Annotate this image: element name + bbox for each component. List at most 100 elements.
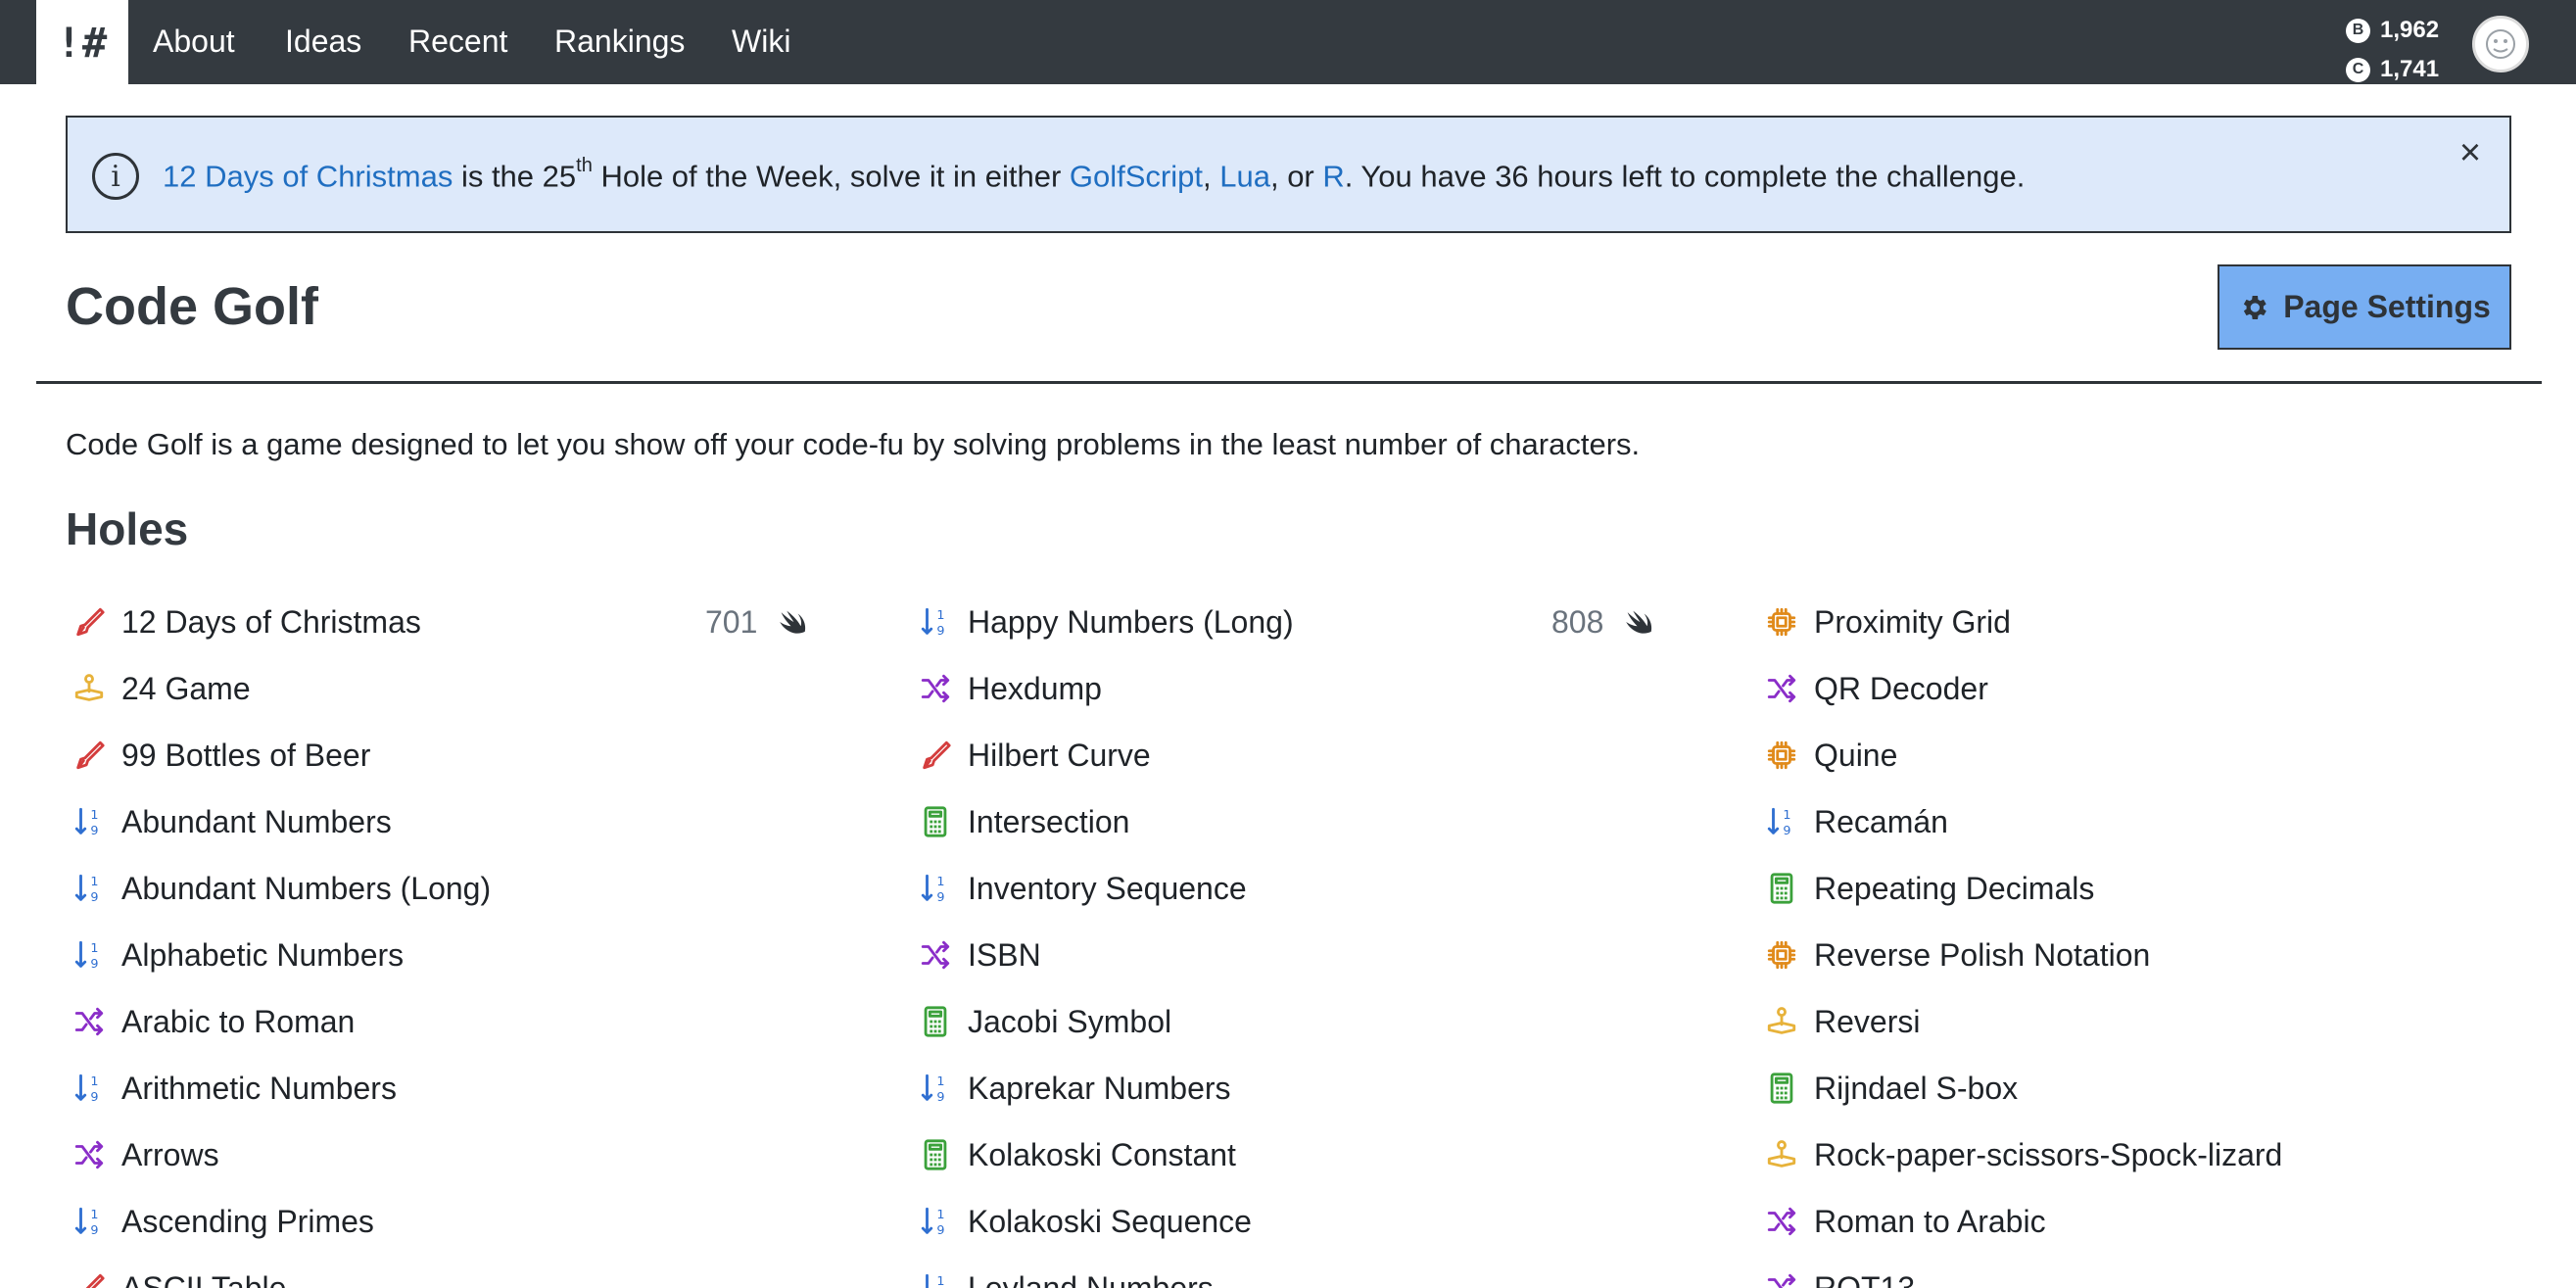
hole-name-link[interactable]: Hexdump	[968, 670, 1102, 707]
hole-name-link[interactable]: Arrows	[121, 1136, 219, 1173]
hole-item[interactable]: Hilbert Curve	[917, 737, 1700, 803]
hole-of-week-banner: i 12 Days of Christmas is the 25th Hole …	[66, 116, 2511, 233]
hole-item[interactable]: QR Decoder	[1763, 670, 2547, 737]
calculator-icon	[917, 1136, 954, 1173]
hole-item[interactable]: 1 9 Kolakoski Sequence	[917, 1203, 1700, 1269]
hole-item[interactable]: 12 Days of Christmas 701	[71, 603, 854, 670]
hole-item[interactable]: 1 9 Abundant Numbers (Long)	[71, 870, 854, 936]
hole-name-link[interactable]: Abundant Numbers	[121, 803, 392, 840]
brush-icon	[71, 603, 108, 641]
brush-icon	[917, 737, 954, 774]
banner-text-part: Hole of the Week, solve it in either	[592, 159, 1070, 194]
hole-name-link[interactable]: Repeating Decimals	[1814, 870, 2094, 907]
hole-item[interactable]: Kolakoski Constant	[917, 1136, 1700, 1203]
cpu-icon	[1763, 737, 1800, 774]
hole-item[interactable]: Arrows	[71, 1136, 854, 1203]
hole-item[interactable]: Rock-paper-scissors-Spock-lizard	[1763, 1136, 2547, 1203]
banner-lang-lua-link[interactable]: Lua	[1219, 159, 1270, 193]
hole-name-link[interactable]: Arabic to Roman	[121, 1003, 355, 1040]
hole-item[interactable]: 1 9 Arithmetic Numbers	[71, 1070, 854, 1136]
hole-item[interactable]: 1 9 Kaprekar Numbers	[917, 1070, 1700, 1136]
hole-item[interactable]: 1 9 Abundant Numbers	[71, 803, 854, 870]
hole-name-link[interactable]: Quine	[1814, 737, 1897, 774]
hole-name-link[interactable]: 24 Game	[121, 670, 251, 707]
shuffle-icon	[917, 936, 954, 974]
hole-item[interactable]: Quine	[1763, 737, 2547, 803]
hole-item[interactable]: Hexdump	[917, 670, 1700, 737]
sort-numeric-icon: 19	[71, 803, 108, 840]
hole-item[interactable]: 1 9 Recamán	[1763, 803, 2547, 870]
banner-ordinal-suffix: th	[576, 155, 593, 176]
hole-name-link[interactable]: Leyland Numbers	[968, 1269, 1214, 1288]
hole-item[interactable]: 1 9 Alphabetic Numbers	[71, 936, 854, 1003]
hole-name-link[interactable]: Ascending Primes	[121, 1203, 374, 1240]
banner-lang-golfscript-link[interactable]: GolfScript	[1070, 159, 1203, 193]
sort-numeric-icon: 19	[71, 1203, 108, 1240]
page-settings-button[interactable]: Page Settings	[2218, 264, 2511, 350]
banner-separator: , or	[1269, 159, 1323, 194]
close-icon[interactable]: ×	[2453, 134, 2488, 171]
holes-heading: Holes	[66, 503, 189, 554]
hole-item[interactable]: Arabic to Roman	[71, 1003, 854, 1070]
hole-name-link[interactable]: Roman to Arabic	[1814, 1203, 2046, 1240]
hole-name-link[interactable]: ISBN	[968, 936, 1041, 974]
hole-name-link[interactable]: 99 Bottles of Beer	[121, 737, 370, 774]
user-scores[interactable]: B 1,962 C 1,741	[2346, 11, 2439, 89]
hole-name-link[interactable]: Intersection	[968, 803, 1129, 840]
shuffle-icon	[71, 1136, 108, 1173]
sort-numeric-icon: 19	[917, 870, 954, 907]
hole-item[interactable]: 99 Bottles of Beer	[71, 737, 854, 803]
avatar-image	[2486, 29, 2515, 59]
nav-ideas-link[interactable]: Ideas	[285, 24, 361, 60]
banner-lang-r-link[interactable]: R	[1322, 159, 1344, 193]
hole-name-link[interactable]: Recamán	[1814, 803, 1948, 840]
hole-name-link[interactable]: Kaprekar Numbers	[968, 1070, 1231, 1107]
hole-item[interactable]: Intersection	[917, 803, 1700, 870]
hole-item[interactable]: Reversi	[1763, 1003, 2547, 1070]
svg-text:9: 9	[936, 624, 944, 639]
hole-name-link[interactable]: Proximity Grid	[1814, 603, 2011, 641]
banner-hole-link[interactable]: 12 Days of Christmas	[163, 159, 453, 193]
hole-name-link[interactable]: Rock-paper-scissors-Spock-lizard	[1814, 1136, 2282, 1173]
hole-name-link[interactable]: Jacobi Symbol	[968, 1003, 1171, 1040]
hole-item[interactable]: 19 Leyland Numbers	[917, 1269, 1700, 1288]
chars-score: C 1,741	[2346, 50, 2439, 89]
nav-rankings-link[interactable]: Rankings	[554, 24, 685, 60]
shuffle-icon	[1763, 1203, 1800, 1240]
hole-item[interactable]: ASCII Table	[71, 1269, 854, 1288]
hole-item[interactable]: Repeating Decimals	[1763, 870, 2547, 936]
hole-name-link[interactable]: Abundant Numbers (Long)	[121, 870, 491, 907]
hole-name-link[interactable]: Inventory Sequence	[968, 870, 1247, 907]
hole-name-link[interactable]: Happy Numbers (Long)	[968, 603, 1294, 641]
hole-name-link[interactable]: Reverse Polish Notation	[1814, 936, 2150, 974]
nav-recent-link[interactable]: Recent	[408, 24, 507, 60]
hole-name-link[interactable]: ROT13	[1814, 1269, 1915, 1288]
hole-item[interactable]: Rijndael S-box	[1763, 1070, 2547, 1136]
hole-name-link[interactable]: Reversi	[1814, 1003, 1920, 1040]
hole-item[interactable]: 1 9 Happy Numbers (Long) 808	[917, 603, 1700, 670]
sort-numeric-icon: 19	[71, 870, 108, 907]
hole-item[interactable]: ISBN	[917, 936, 1700, 1003]
hole-item[interactable]: Jacobi Symbol	[917, 1003, 1700, 1070]
hole-item[interactable]: Proximity Grid	[1763, 603, 2547, 670]
hole-item[interactable]: ROT13	[1763, 1269, 2547, 1288]
hole-name-link[interactable]: Arithmetic Numbers	[121, 1070, 397, 1107]
nav-wiki-link[interactable]: Wiki	[732, 24, 790, 60]
hole-name-link[interactable]: Alphabetic Numbers	[121, 936, 404, 974]
hole-item[interactable]: 24 Game	[71, 670, 854, 737]
nav-about-link[interactable]: About	[153, 24, 235, 60]
user-avatar[interactable]	[2472, 16, 2529, 72]
hole-name-link[interactable]: Hilbert Curve	[968, 737, 1151, 774]
hole-name-link[interactable]: QR Decoder	[1814, 670, 1988, 707]
hole-name-link[interactable]: Rijndael S-box	[1814, 1070, 2018, 1107]
site-logo[interactable]: !#	[36, 0, 128, 84]
top-navbar: !# About Ideas Recent Rankings Wiki B 1,…	[0, 0, 2576, 84]
hole-name-link[interactable]: 12 Days of Christmas	[121, 603, 421, 641]
hole-item[interactable]: Roman to Arabic	[1763, 1203, 2547, 1269]
hole-item[interactable]: Reverse Polish Notation	[1763, 936, 2547, 1003]
hole-item[interactable]: 1 9 Inventory Sequence	[917, 870, 1700, 936]
hole-item[interactable]: 1 9 Ascending Primes	[71, 1203, 854, 1269]
hole-name-link[interactable]: Kolakoski Constant	[968, 1136, 1236, 1173]
hole-name-link[interactable]: ASCII Table	[121, 1269, 286, 1288]
hole-name-link[interactable]: Kolakoski Sequence	[968, 1203, 1252, 1240]
